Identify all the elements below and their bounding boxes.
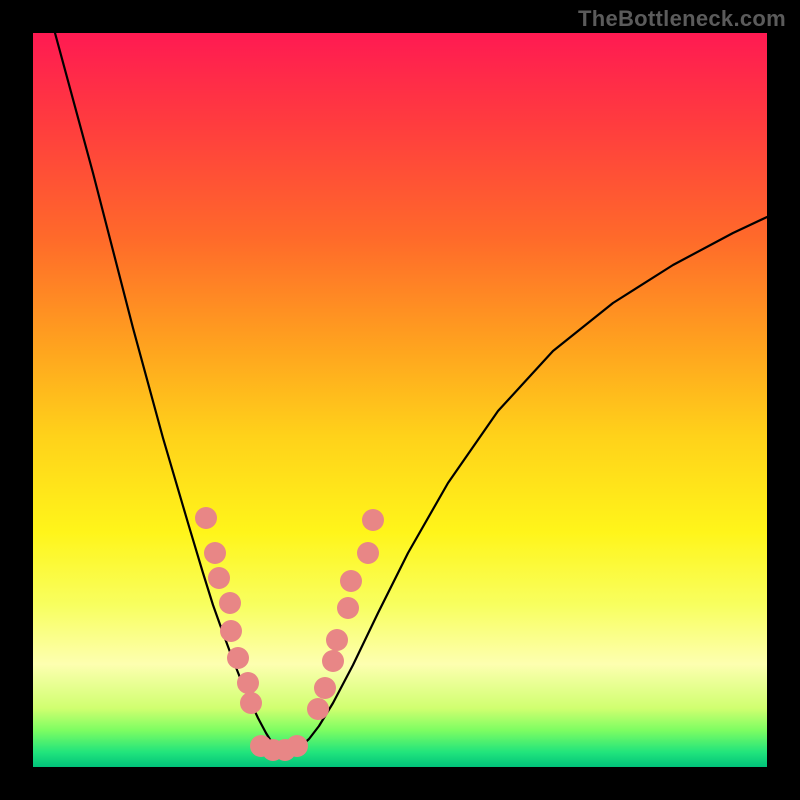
data-marker [337, 597, 359, 619]
chart-frame: TheBottleneck.com [0, 0, 800, 800]
data-marker [250, 735, 272, 757]
data-marker [237, 672, 259, 694]
data-marker [326, 629, 348, 651]
data-marker [195, 507, 217, 529]
data-marker [274, 739, 296, 761]
watermark-text: TheBottleneck.com [578, 6, 786, 32]
data-marker [208, 567, 230, 589]
data-marker [314, 677, 336, 699]
data-marker [357, 542, 379, 564]
data-marker [322, 650, 344, 672]
chart-svg [33, 33, 767, 767]
plot-area [33, 33, 767, 767]
curve-path [55, 33, 767, 750]
data-marker [227, 647, 249, 669]
data-marker [362, 509, 384, 531]
curve-line [55, 33, 767, 750]
data-marker [240, 692, 262, 714]
data-marker [220, 620, 242, 642]
data-marker [307, 698, 329, 720]
data-marker [262, 739, 284, 761]
data-markers [195, 507, 384, 761]
data-marker [204, 542, 226, 564]
data-marker [286, 735, 308, 757]
data-marker [219, 592, 241, 614]
data-marker [340, 570, 362, 592]
